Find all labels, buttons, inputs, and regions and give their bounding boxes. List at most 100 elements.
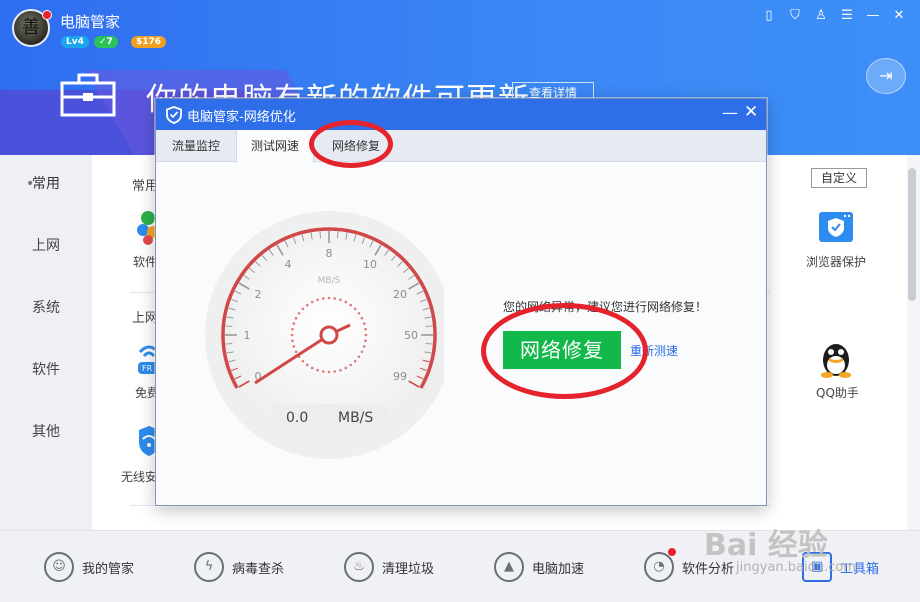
tool-label-wifi-security: 无线安 [121, 470, 158, 484]
browser-protect-icon[interactable] [818, 211, 854, 243]
avatar-notification-dot [42, 10, 52, 20]
app-title: 电脑管家 [60, 13, 121, 31]
sidebar: 常用 上网 系统 软件 其他 [0, 155, 92, 530]
minimize-icon[interactable]: — [866, 8, 880, 24]
gold-badge[interactable]: $176 [131, 36, 167, 48]
gauge-tick-label: 8 [326, 247, 333, 260]
gauge-dot [290, 333, 294, 337]
watermark-url: jingyan.baidu.com [736, 560, 856, 575]
gauge-dot [297, 311, 301, 315]
gauge-dot [291, 327, 294, 331]
analysis-icon: ◔ [644, 552, 674, 582]
gauge-dot [364, 327, 367, 331]
gauge-dot [327, 296, 331, 300]
dialog-close-icon[interactable]: ✕ [744, 102, 758, 122]
tool-label-browser-protect: 浏览器保护 [806, 255, 867, 269]
gauge-dot [310, 300, 314, 304]
tool-label-software: 软件 [133, 255, 158, 269]
gauge-dot [362, 322, 366, 325]
qq-helper-icon[interactable] [818, 338, 854, 378]
green-badge[interactable]: ✓7 [94, 36, 118, 48]
speed-unit: MB/S [338, 410, 374, 426]
sidebar-item-other[interactable]: 其他 [0, 420, 92, 444]
phone-icon[interactable]: ▯ [762, 8, 776, 24]
gauge-dot [360, 316, 364, 320]
window-controls: ▯ ⛉ ♙ ☰ — ✕ [762, 8, 906, 24]
gauge-tick-label: 50 [404, 329, 418, 342]
customize-button[interactable]: 自定义 [811, 168, 867, 188]
gauge-dot [291, 339, 294, 343]
gauge-unit-label: MB/S [318, 276, 341, 286]
gauge-tick-label: 10 [363, 258, 377, 271]
exit-icon[interactable]: ⇥ [866, 58, 906, 94]
gauge-dot [357, 355, 361, 359]
dialog-tabs: 流量监控 测试网速 网络修复 [156, 130, 766, 163]
gauge-dot [316, 298, 319, 302]
gauge-dot [360, 350, 364, 354]
gauge-dot [349, 363, 353, 367]
dock-speed-up[interactable]: ▲ 电脑加速 [494, 551, 584, 583]
svg-text:FR: FR [142, 364, 153, 373]
gauge-dot [353, 359, 357, 363]
gauge-tick [425, 325, 433, 328]
tab-speed-test[interactable]: 测试网速 [236, 130, 314, 163]
menu-icon[interactable]: ☰ [840, 8, 854, 24]
gauge-dot [339, 298, 342, 302]
gauge-dot [333, 297, 337, 300]
scrollbar[interactable] [908, 168, 916, 301]
network-optimize-dialog: 电脑管家-网络优化 — ✕ 流量监控 测试网速 网络修复 0 1 2 4 8 10 20 50… [155, 98, 767, 506]
gauge-tick-label: 2 [254, 288, 261, 301]
gauge-dot [321, 370, 325, 373]
gauge-dot [333, 370, 337, 373]
close-icon[interactable]: ✕ [892, 8, 906, 24]
gauge-tick-label: 20 [393, 288, 407, 301]
rocket-icon: ▲ [494, 552, 524, 582]
sidebar-item-software[interactable]: 软件 [0, 358, 92, 382]
shield-icon[interactable]: ⛉ [788, 8, 802, 24]
gauge-dot [294, 316, 298, 320]
gauge-hub [319, 325, 339, 345]
level-badge[interactable]: Lv4 [61, 36, 89, 48]
gauge-dot [305, 303, 309, 307]
dialog-title: 电脑管家-网络优化 [187, 110, 296, 125]
gauge-tick-label: 1 [244, 329, 251, 342]
gauge-tick [225, 325, 233, 328]
gauge-tick [319, 231, 322, 239]
dock-my-guardian[interactable]: ☺ 我的管家 [44, 551, 134, 583]
watermark-logo: Bai 经验 [704, 528, 828, 563]
guardian-icon: ☺ [44, 552, 74, 582]
gauge-dot [292, 345, 296, 348]
gauge-tick-label: 99 [393, 370, 407, 383]
shirt-icon[interactable]: ♙ [814, 8, 828, 24]
sidebar-item-common[interactable]: 常用 [0, 172, 92, 196]
tab-network-repair[interactable]: 网络修复 [314, 130, 398, 162]
gauge-dot [327, 370, 331, 374]
speed-value: 0.0 [286, 410, 309, 426]
network-repair-button[interactable]: 网络修复 [503, 331, 621, 369]
gauge-tick [225, 342, 233, 345]
toolbox-icon [60, 73, 116, 117]
gauge-dot [357, 311, 361, 315]
gauge-dot [305, 363, 309, 367]
gauge-dot [310, 366, 314, 370]
sidebar-item-system[interactable]: 系统 [0, 296, 92, 320]
gauge-dot [364, 339, 367, 343]
gauge-dot [316, 368, 319, 372]
gauge-dot [294, 350, 298, 354]
gauge-dot [301, 359, 305, 363]
retest-speed-link[interactable]: 重新测速 [630, 342, 678, 359]
guardian-shield-icon [166, 106, 182, 124]
gauge-tick [425, 342, 433, 345]
dock-clean-junk[interactable]: ♨ 清理垃圾 [344, 551, 434, 583]
tool-label-qq-helper: QQ助手 [816, 386, 859, 400]
gauge-dot [364, 333, 368, 337]
dialog-minimize-icon[interactable]: — [722, 103, 738, 122]
gauge-dot [362, 345, 366, 348]
tab-traffic-monitor[interactable]: 流量监控 [156, 130, 236, 162]
speed-readout: 0.0 MB/S [272, 404, 386, 434]
dialog-titlebar[interactable]: 电脑管家-网络优化 — ✕ [156, 99, 766, 130]
gauge-dot [353, 307, 357, 311]
network-status-message: 您的网络异常，建议您进行网络修复！ [503, 300, 708, 314]
dock-virus-scan[interactable]: ϟ 病毒查杀 [194, 551, 284, 583]
sidebar-item-internet[interactable]: 上网 [0, 234, 92, 258]
